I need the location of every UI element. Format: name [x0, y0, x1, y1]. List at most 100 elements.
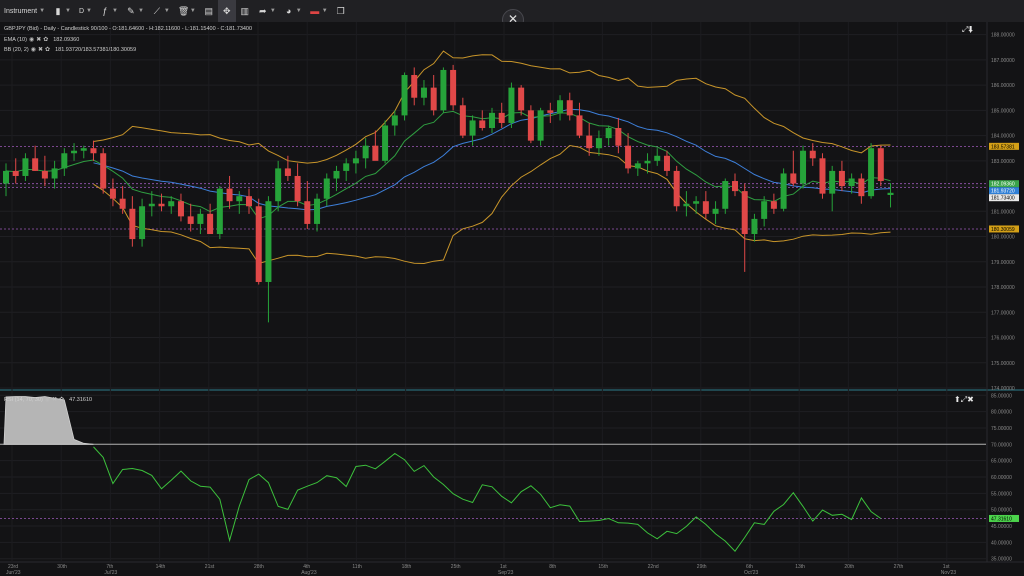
time-month-label: Sep'23	[498, 570, 514, 576]
price-tick-label: 187.00000	[991, 58, 1015, 64]
candle-body	[654, 155, 661, 161]
price-tick-label: 181.00000	[991, 209, 1015, 215]
price-tag-label: 180.30059	[991, 227, 1015, 233]
ema-legend: EMA (10) ◉ ✖ ✿ 182.09360	[4, 36, 80, 44]
candle-body	[459, 105, 466, 136]
candle-body	[236, 196, 243, 202]
time-tick-label: 30th	[57, 564, 67, 570]
ema-label: EMA (10)	[4, 36, 27, 43]
rsi-pane-controls-icon[interactable]: ⬆⤢✖	[954, 395, 974, 405]
rsi-tick-label: 50.00000	[991, 508, 1012, 514]
candle-body	[838, 170, 845, 187]
time-tick-label: 11th	[352, 564, 362, 570]
candle-body	[372, 145, 379, 161]
price-chart[interactable]: 188.00000 187.00000 186.00000 185.00000 184.…	[0, 0, 1024, 576]
candle-body	[401, 75, 408, 116]
candle-body	[187, 216, 194, 224]
price-tag-label: 181.73400	[991, 196, 1015, 202]
price-tick-label: 184.00000	[991, 134, 1015, 140]
candle-body	[479, 120, 486, 129]
candle-body	[469, 120, 476, 136]
eye-icon[interactable]: ◉	[29, 36, 34, 43]
ema-value: 182.09360	[53, 36, 80, 43]
candle-body	[411, 75, 418, 98]
maximize-pane-icon[interactable]: ⤢⬇	[962, 25, 973, 35]
price-tag-label: 183.57381	[991, 144, 1015, 150]
candle-body	[586, 135, 593, 149]
candle-body	[722, 181, 729, 209]
candle-body	[119, 198, 126, 209]
eye-icon[interactable]: ◉	[31, 46, 36, 53]
candle-body	[100, 153, 107, 189]
candle-body	[877, 148, 884, 182]
candle-body	[634, 163, 641, 169]
main-header-text: GBPJPY (Bid) - Daily - Candlestick 90/10…	[4, 26, 253, 32]
eye-icon[interactable]: ◉	[45, 396, 50, 403]
candle-body	[80, 148, 87, 151]
candle-body	[615, 128, 622, 146]
candle-body	[644, 160, 651, 164]
candle-body	[32, 158, 39, 171]
gear-icon[interactable]: ✿	[43, 36, 48, 43]
candle-body	[780, 173, 787, 209]
bb-label: BB (20, 2)	[4, 46, 29, 53]
bb-legend: BB (20, 2) ◉ ✖ ✿ 181.93720/183.57381/180…	[4, 46, 137, 54]
candle-body	[498, 112, 505, 123]
candle-body	[547, 110, 554, 113]
candle-body	[800, 150, 807, 184]
candle-body	[71, 150, 78, 154]
candle-body	[158, 203, 165, 207]
candle-body	[576, 115, 583, 136]
gear-icon[interactable]: ✿	[59, 396, 64, 403]
candle-body	[732, 181, 738, 192]
candle-body	[858, 178, 865, 197]
candle-body	[508, 87, 515, 123]
candle-body	[595, 138, 602, 149]
candle-body	[41, 170, 48, 179]
candle-body	[673, 170, 680, 207]
remove-icon[interactable]: ✖	[38, 46, 43, 53]
price-tick-label: 185.00000	[991, 108, 1015, 114]
candle-body	[761, 201, 768, 219]
rsi-tick-label: 65.00000	[991, 459, 1012, 465]
rsi-tick-label: 35.00000	[991, 557, 1012, 563]
candle-body	[430, 87, 437, 111]
candle-body	[362, 145, 369, 159]
time-tick-label: 20th	[844, 564, 854, 570]
candle-body	[868, 148, 875, 197]
candle-body	[148, 203, 155, 207]
candle-body	[625, 145, 632, 169]
candle-body	[527, 110, 534, 141]
candle-body	[887, 192, 894, 196]
rsi-tick-label: 60.00000	[991, 475, 1012, 481]
time-tick-label: 13th	[795, 564, 805, 570]
price-tick-label: 175.00000	[991, 361, 1015, 367]
candle-body	[420, 87, 427, 98]
candle-body	[819, 158, 826, 194]
candle-body	[663, 155, 670, 171]
remove-icon[interactable]: ✖	[36, 36, 41, 43]
remove-icon[interactable]: ✖	[52, 396, 57, 403]
candle-body	[440, 69, 447, 111]
candle-body	[139, 206, 146, 240]
time-tick-label: 14th	[156, 564, 166, 570]
candle-body	[314, 198, 321, 224]
candle-body	[284, 168, 291, 176]
price-tick-label: 174.00000	[991, 386, 1015, 392]
candle-body	[22, 158, 29, 176]
time-tick-label: 21st	[205, 564, 215, 570]
candle-body	[255, 206, 262, 282]
candle-body	[61, 153, 68, 169]
candle-body	[226, 188, 233, 202]
time-tick-label: 29th	[697, 564, 707, 570]
candle-body	[693, 201, 700, 204]
main-header: GBPJPY (Bid) - Daily - Candlestick 90/10…	[4, 26, 252, 32]
gear-icon[interactable]: ✿	[45, 46, 50, 53]
candle-body	[294, 175, 301, 202]
price-tick-label: 179.00000	[991, 260, 1015, 266]
rsi-tick-label: 40.00000	[991, 540, 1012, 546]
time-month-label: Jul'23	[104, 570, 117, 576]
bb-value: 181.93720/183.57381/180.30059	[55, 46, 137, 53]
time-tick-label: 8th	[549, 564, 556, 570]
candle-body	[557, 100, 564, 113]
